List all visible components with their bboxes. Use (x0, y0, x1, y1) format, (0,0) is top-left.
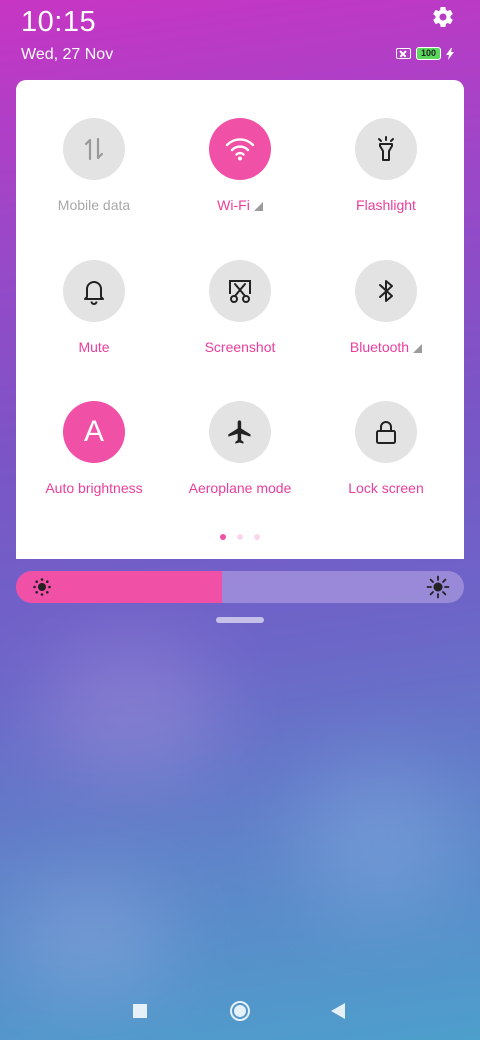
status-date: Wed, 27 Nov (21, 46, 114, 63)
recents-square-icon[interactable] (133, 1004, 147, 1018)
mobile-data-arrows-icon (84, 137, 104, 161)
tile-circle[interactable]: A (63, 401, 125, 463)
panel-drag-handle[interactable] (216, 617, 264, 623)
tile-label: Mute (78, 339, 110, 355)
tile-label: Lock screen (348, 480, 424, 496)
status-indicators: 100 (396, 47, 455, 60)
background-blur (300, 760, 460, 920)
tile-label: Auto brightness (45, 480, 143, 496)
bluetooth-icon (379, 280, 393, 302)
tile-label: Mobile data (57, 197, 131, 213)
tile-aeroplane-mode[interactable]: Aeroplane mode (167, 401, 313, 496)
page-dot[interactable] (254, 534, 260, 540)
tile-label: Bluetooth (313, 339, 459, 355)
gear-icon[interactable] (431, 5, 455, 29)
tile-screenshot[interactable]: Screenshot (167, 260, 313, 355)
auto-brightness-A-icon: A (83, 415, 104, 448)
tile-label: Flashlight (356, 197, 416, 213)
home-circle-icon[interactable] (229, 1000, 251, 1022)
background-blur (40, 640, 220, 780)
tile-mobile-data[interactable]: Mobile data (21, 118, 167, 213)
tile-bluetooth[interactable]: Bluetooth (313, 260, 459, 355)
tile-auto-brightness[interactable]: A Auto brightness (21, 401, 167, 496)
page-dot[interactable] (220, 534, 226, 540)
wifi-icon (225, 138, 255, 161)
tile-lock-screen[interactable]: Lock screen (313, 401, 459, 496)
background-blur (10, 880, 170, 1000)
brightness-slider[interactable] (16, 571, 464, 603)
tile-label: Aeroplane mode (188, 480, 292, 496)
battery-icon: 100 (416, 47, 442, 60)
flashlight-icon (378, 136, 394, 161)
tile-flashlight[interactable]: Flashlight (313, 118, 459, 213)
tile-circle[interactable] (355, 118, 417, 180)
back-triangle-icon[interactable] (330, 1002, 346, 1020)
no-sim-icon (396, 48, 411, 59)
tile-circle[interactable] (355, 260, 417, 322)
tile-circle[interactable] (355, 401, 417, 463)
charging-bolt-icon (446, 47, 455, 60)
bell-icon (84, 281, 104, 305)
page-dot[interactable] (237, 534, 243, 540)
tile-mute[interactable]: Mute (21, 260, 167, 355)
tile-label: Wi-Fi (167, 197, 313, 213)
airplane-icon (228, 420, 251, 444)
tile-wifi[interactable]: Wi-Fi (167, 118, 313, 213)
status-time: 10:15 (21, 6, 97, 38)
tile-circle[interactable] (209, 260, 271, 322)
navigation-bar (0, 990, 480, 1032)
lock-icon (376, 421, 396, 444)
tile-circle[interactable] (209, 401, 271, 463)
wifi-menu-triangle-icon[interactable] (253, 202, 263, 211)
tile-circle[interactable] (63, 118, 125, 180)
scissors-screenshot-icon (229, 280, 251, 303)
bluetooth-menu-triangle-icon[interactable] (413, 344, 423, 353)
sun-high-icon (426, 575, 450, 599)
tile-label: Screenshot (204, 339, 276, 355)
quick-settings-panel: Mobile data Wi-Fi Flashlight Mute Screen… (16, 80, 464, 559)
page-indicator (16, 534, 464, 540)
tile-circle[interactable] (63, 260, 125, 322)
tile-circle[interactable] (209, 118, 271, 180)
sun-low-icon (33, 578, 51, 596)
